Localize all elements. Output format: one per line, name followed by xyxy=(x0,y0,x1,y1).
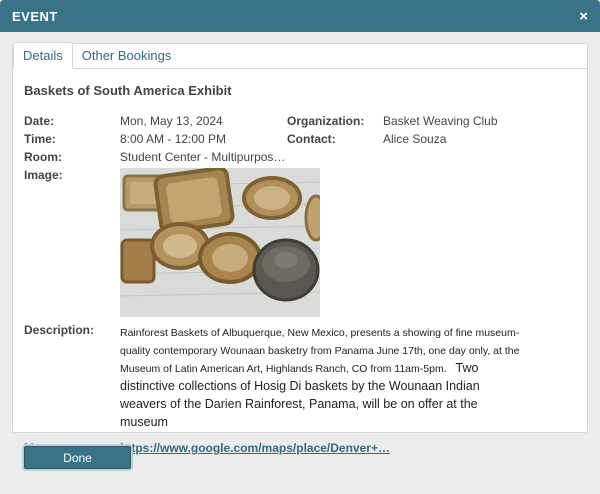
time-value: 8:00 AM - 12:00 PM xyxy=(120,132,227,146)
room-row: Room: Student Center - Multipurpos… xyxy=(24,148,576,166)
description-text: Rainforest Baskets of Albuquerque, New M… xyxy=(120,323,522,431)
organization-value: Basket Weaving Club xyxy=(383,114,498,128)
description-row: Description: Rainforest Baskets of Albuq… xyxy=(24,323,576,431)
details-panel: Details Other Bookings Baskets of South … xyxy=(12,42,588,455)
tab-bar: Details Other Bookings xyxy=(13,42,587,69)
dialog-title: EVENT xyxy=(12,8,58,24)
date-row: Date: Mon, May 13, 2024 Organization: Ba… xyxy=(24,112,576,130)
done-button[interactable]: Done xyxy=(24,446,131,469)
time-row: Time: 8:00 AM - 12:00 PM Contact: Alice … xyxy=(24,130,576,148)
room-value: Student Center - Multipurpos… xyxy=(120,150,286,164)
event-title: Baskets of South America Exhibit xyxy=(24,83,232,98)
description-label: Description: xyxy=(24,323,95,337)
contact-value: Alice Souza xyxy=(383,132,447,146)
organization-label: Organization: xyxy=(287,114,365,128)
image-label: Image: xyxy=(24,168,63,182)
tab-other-bookings[interactable]: Other Bookings xyxy=(73,43,181,68)
time-label: Time: xyxy=(24,132,56,146)
tab-details[interactable]: Details xyxy=(13,42,73,69)
map-link[interactable]: https://www.google.com/maps/place/Denver… xyxy=(120,441,390,455)
contact-label: Contact: xyxy=(287,132,336,146)
event-details: Baskets of South America Exhibit Date: M… xyxy=(13,69,587,455)
baskets-photo xyxy=(120,168,320,317)
date-label: Date: xyxy=(24,114,55,128)
date-value: Mon, May 13, 2024 xyxy=(120,114,223,128)
room-label: Room: xyxy=(24,150,62,164)
image-row: Image: xyxy=(24,166,576,317)
dialog-titlebar: EVENT × xyxy=(0,0,600,32)
close-icon[interactable]: × xyxy=(579,8,588,25)
event-dialog: EVENT × Details Other Bookings Baskets o… xyxy=(0,0,600,494)
